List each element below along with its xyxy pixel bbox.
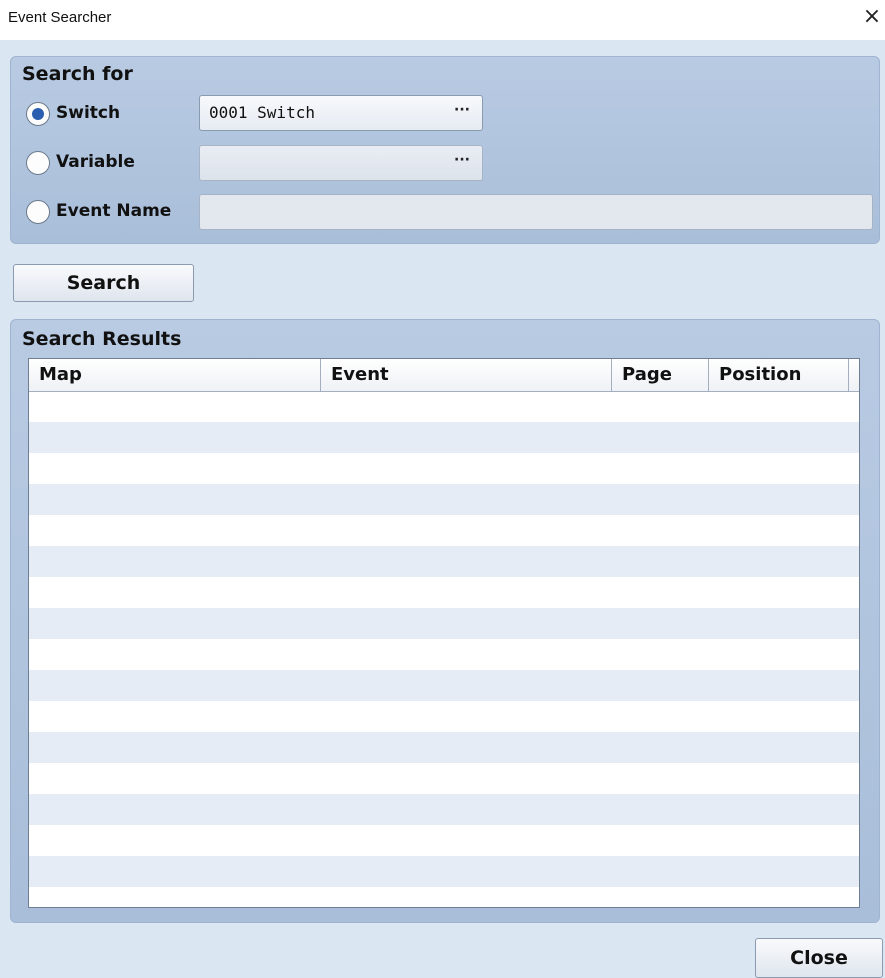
switch-radio-label[interactable]: Switch <box>56 103 120 123</box>
table-row[interactable] <box>29 887 859 907</box>
column-header-page[interactable]: Page <box>612 359 709 391</box>
search-results-label: Search Results <box>22 328 182 350</box>
search-for-label: Search for <box>22 63 133 85</box>
column-header-event[interactable]: Event <box>321 359 612 391</box>
table-row[interactable] <box>29 763 859 794</box>
table-row[interactable] <box>29 391 859 422</box>
switch-picker-value: 0001 Switch <box>209 103 315 122</box>
switch-radio[interactable] <box>26 102 50 126</box>
variable-radio-label[interactable]: Variable <box>56 152 135 172</box>
event-name-input[interactable] <box>199 194 873 230</box>
dialog-body: Search for Switch 0001 Switch ··· Variab… <box>0 40 885 978</box>
ellipsis-icon[interactable]: ··· <box>454 152 470 168</box>
table-row[interactable] <box>29 608 859 639</box>
search-for-group: Search for Switch 0001 Switch ··· Variab… <box>10 56 880 244</box>
search-results-group: Search Results Map Event Page Position <box>10 319 880 923</box>
table-row[interactable] <box>29 794 859 825</box>
table-row[interactable] <box>29 670 859 701</box>
table-row[interactable] <box>29 701 859 732</box>
table-row[interactable] <box>29 825 859 856</box>
close-icon[interactable]: × <box>861 4 883 30</box>
variable-picker[interactable]: ··· <box>199 145 483 181</box>
table-row[interactable] <box>29 732 859 763</box>
title-bar: Event Searcher × <box>0 0 885 40</box>
results-table[interactable]: Map Event Page Position <box>28 358 860 908</box>
table-row[interactable] <box>29 422 859 453</box>
event-name-radio-label[interactable]: Event Name <box>56 201 171 221</box>
table-row[interactable] <box>29 453 859 484</box>
column-header-position[interactable]: Position <box>709 359 849 391</box>
table-row[interactable] <box>29 856 859 887</box>
column-header-map[interactable]: Map <box>29 359 321 391</box>
table-rows <box>29 391 859 907</box>
switch-picker[interactable]: 0001 Switch ··· <box>199 95 483 131</box>
window-title: Event Searcher <box>8 9 112 26</box>
table-row[interactable] <box>29 546 859 577</box>
event-name-radio[interactable] <box>26 200 50 224</box>
table-row[interactable] <box>29 577 859 608</box>
close-button[interactable]: Close <box>755 938 883 978</box>
table-row[interactable] <box>29 515 859 546</box>
table-row[interactable] <box>29 484 859 515</box>
table-row[interactable] <box>29 639 859 670</box>
ellipsis-icon[interactable]: ··· <box>454 102 470 118</box>
search-button[interactable]: Search <box>13 264 194 302</box>
table-header: Map Event Page Position <box>29 359 859 392</box>
variable-radio[interactable] <box>26 151 50 175</box>
